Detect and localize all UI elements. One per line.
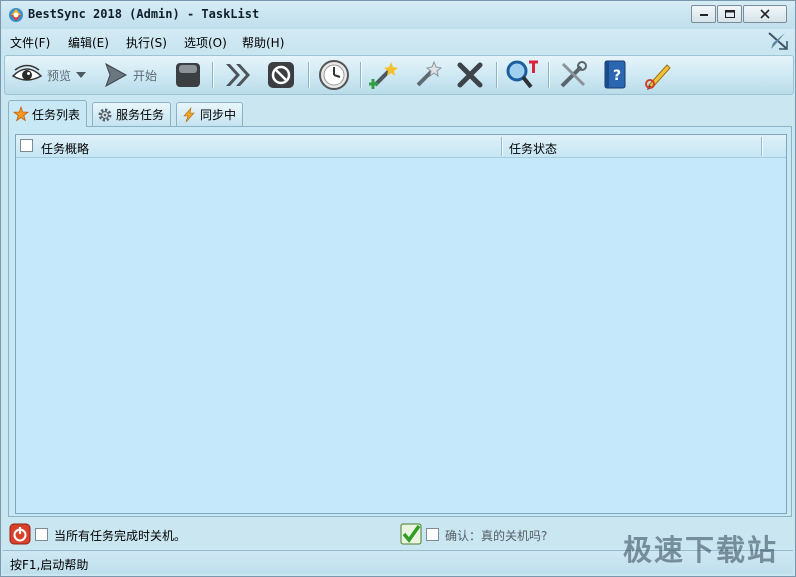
cancel-button[interactable] bbox=[265, 59, 297, 91]
help-button[interactable]: ? bbox=[600, 59, 630, 91]
stop-button[interactable] bbox=[173, 59, 203, 91]
tab-task-list-label: 任务列表 bbox=[32, 107, 81, 122]
star-icon bbox=[13, 106, 29, 122]
new-task-icon bbox=[369, 62, 398, 89]
delete-button[interactable] bbox=[455, 59, 485, 91]
fast-forward-button[interactable] bbox=[222, 59, 254, 91]
close-button[interactable] bbox=[743, 5, 787, 23]
status-text: 按F1,启动帮助 bbox=[10, 558, 89, 572]
power-icon bbox=[9, 523, 31, 545]
mdi-corner-icon[interactable] bbox=[765, 29, 791, 53]
start-label: 开始 bbox=[133, 68, 158, 83]
start-button[interactable]: 开始 bbox=[101, 59, 157, 91]
shutdown-checkbox[interactable] bbox=[35, 528, 48, 541]
search-icon bbox=[506, 60, 538, 89]
preview-button[interactable]: 预览 bbox=[11, 59, 87, 91]
tab-syncing-label: 同步中 bbox=[200, 108, 237, 122]
checkmark-icon bbox=[400, 523, 422, 545]
restore-icon bbox=[724, 10, 735, 18]
restore-button[interactable] bbox=[717, 5, 742, 23]
tab-service-tasks-label: 服务任务 bbox=[116, 108, 165, 122]
column-divider[interactable] bbox=[761, 137, 763, 156]
menu-execute[interactable]: 执行(S) bbox=[126, 34, 167, 51]
settings-button[interactable] bbox=[557, 59, 589, 91]
schedule-button[interactable] bbox=[318, 59, 350, 91]
fast-forward-icon bbox=[226, 64, 250, 86]
edit-task-button[interactable] bbox=[412, 59, 444, 91]
play-icon bbox=[105, 62, 128, 88]
menu-help[interactable]: 帮助(H) bbox=[242, 34, 284, 51]
chevron-down-icon[interactable] bbox=[75, 70, 87, 80]
menu-file[interactable]: 文件(F) bbox=[10, 34, 50, 51]
svg-text:?: ? bbox=[613, 68, 621, 84]
gear-icon bbox=[98, 108, 112, 121]
new-task-button[interactable] bbox=[369, 59, 401, 91]
column-task-summary[interactable]: 任务概略 bbox=[41, 140, 89, 157]
minimize-icon bbox=[699, 14, 708, 16]
tab-service-tasks[interactable]: 服务任务 bbox=[92, 102, 172, 126]
list-header: 任务概略 任务状态 bbox=[16, 135, 786, 158]
stop-icon bbox=[176, 63, 200, 87]
column-divider[interactable] bbox=[501, 137, 503, 156]
tab-syncing[interactable]: 同步中 bbox=[176, 102, 244, 126]
app-window: BestSync 2018 (Admin) - TaskList 文件(F) 编… bbox=[0, 0, 796, 577]
select-all-checkbox[interactable] bbox=[20, 139, 33, 152]
delete-icon bbox=[457, 62, 483, 88]
toolbar-separator bbox=[212, 62, 214, 88]
watermark: 极速下载站 bbox=[623, 533, 779, 567]
help-book-icon: ? bbox=[604, 60, 626, 89]
settings-icon bbox=[560, 61, 587, 88]
edit-button[interactable] bbox=[641, 59, 673, 91]
toolbar-separator bbox=[308, 62, 310, 88]
confirm-checkbox[interactable] bbox=[426, 528, 439, 541]
search-button[interactable] bbox=[505, 59, 539, 91]
menu-bar: 文件(F) 编辑(E) 执行(S) 选项(O) 帮助(H) bbox=[1, 29, 795, 53]
lightning-icon bbox=[183, 106, 195, 122]
tab-task-list[interactable]: 任务列表 bbox=[8, 100, 88, 127]
app-logo-icon bbox=[9, 8, 23, 22]
eye-icon bbox=[11, 64, 43, 81]
menu-edit[interactable]: 编辑(E) bbox=[68, 34, 109, 51]
shutdown-label: 当所有任务完成时关机。 bbox=[54, 529, 187, 543]
task-list[interactable]: 任务概略 任务状态 bbox=[15, 134, 787, 514]
column-task-status[interactable]: 任务状态 bbox=[509, 140, 557, 157]
toolbar-separator bbox=[360, 62, 362, 88]
close-icon bbox=[760, 9, 770, 19]
minimize-button[interactable] bbox=[691, 5, 716, 23]
cancel-icon bbox=[268, 62, 294, 88]
preview-label: 预览 bbox=[47, 68, 72, 83]
pencil-icon bbox=[645, 64, 671, 90]
task-list-panel: 任务概略 任务状态 bbox=[8, 126, 792, 517]
title-bar[interactable]: BestSync 2018 (Admin) - TaskList bbox=[1, 1, 795, 29]
toolbar-separator bbox=[548, 62, 550, 88]
edit-task-icon bbox=[416, 60, 443, 87]
menu-options[interactable]: 选项(O) bbox=[184, 34, 227, 51]
toolbar: 预览 开始 ? bbox=[4, 55, 794, 95]
clock-icon bbox=[319, 60, 349, 90]
toolbar-separator bbox=[496, 62, 498, 88]
confirm-label: 确认：真的关机吗? bbox=[445, 529, 548, 543]
window-title: BestSync 2018 (Admin) - TaskList bbox=[28, 7, 260, 21]
